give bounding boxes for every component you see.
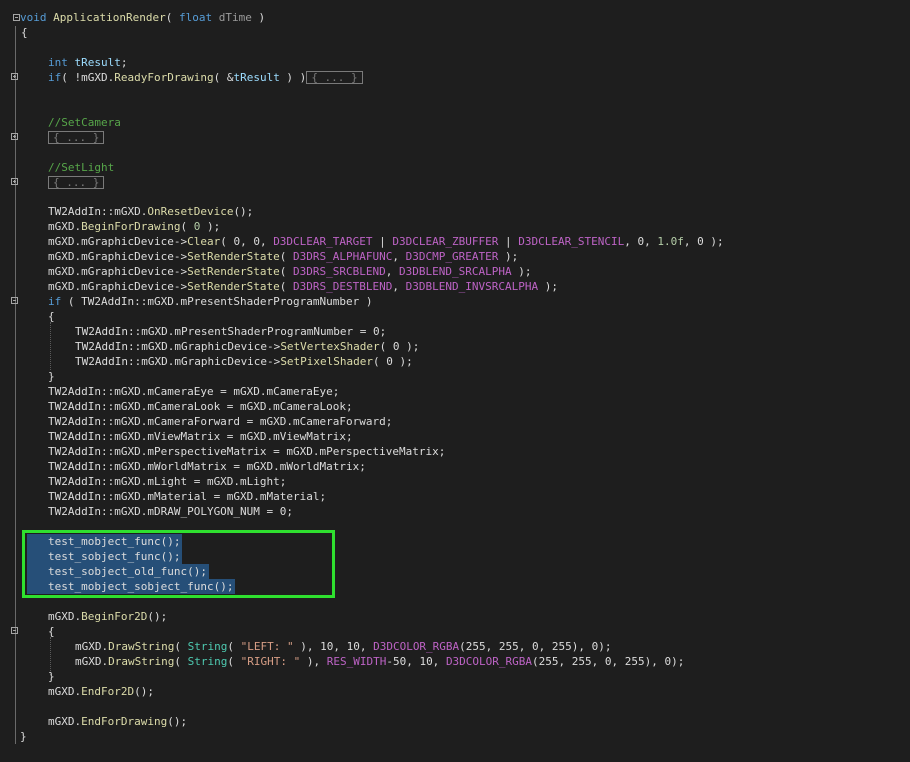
code-line[interactable]: TW2AddIn::mGXD.mGraphicDevice->SetVertex…	[0, 339, 900, 354]
code-line[interactable]: }	[0, 669, 900, 684]
selected-code-line[interactable]: test_sobject_func();	[0, 549, 900, 564]
collapse-toggle-icon[interactable]	[13, 14, 20, 21]
code-line[interactable]: }	[0, 369, 900, 384]
code-line[interactable]: TW2AddIn::mGXD.OnResetDevice();	[0, 204, 900, 219]
code-line[interactable]: {	[0, 624, 900, 639]
code-line[interactable]: TW2AddIn::mGXD.mPerspectiveMatrix = mGXD…	[0, 444, 900, 459]
code-line-comment[interactable]: //SetLight	[0, 160, 900, 175]
code-line[interactable]: int tResult;	[0, 55, 900, 70]
code-line[interactable]: TW2AddIn::mGXD.mMaterial = mGXD.mMateria…	[0, 489, 900, 504]
code-line[interactable]: mGXD.EndFor2D();	[0, 684, 900, 699]
code-line[interactable]: TW2AddIn::mGXD.mViewMatrix = mGXD.mViewM…	[0, 429, 900, 444]
code-line[interactable]: mGXD.mGraphicDevice->SetRenderState( D3D…	[0, 249, 900, 264]
code-line[interactable]: TW2AddIn::mGXD.mPresentShaderProgramNumb…	[0, 324, 900, 339]
selected-code-line[interactable]: test_mobject_sobject_func();	[0, 579, 900, 594]
code-line[interactable]: TW2AddIn::mGXD.mCameraLook = mGXD.mCamer…	[0, 399, 900, 414]
code-line[interactable]: { ... }	[0, 175, 900, 190]
code-line[interactable]: }	[0, 729, 900, 744]
code-line[interactable]: mGXD.BeginForDrawing( 0 );	[0, 219, 900, 234]
collapse-toggle-icon[interactable]	[11, 297, 18, 304]
code-line[interactable]: TW2AddIn::mGXD.mCameraEye = mGXD.mCamera…	[0, 384, 900, 399]
code-line[interactable]: TW2AddIn::mGXD.mLight = mGXD.mLight;	[0, 474, 900, 489]
code-line[interactable]: if ( TW2AddIn::mGXD.mPresentShaderProgra…	[0, 294, 900, 309]
code-editor[interactable]: void ApplicationRender( float dTime ) { …	[0, 0, 910, 762]
code-line[interactable]: mGXD.EndForDrawing();	[0, 714, 900, 729]
expand-toggle-icon[interactable]	[11, 133, 18, 140]
code-line[interactable]: mGXD.DrawString( String( "LEFT: " ), 10,…	[0, 639, 900, 654]
selected-code-line[interactable]: test_mobject_func();	[0, 534, 900, 549]
function-name: ApplicationRender	[53, 11, 166, 24]
code-line[interactable]: TW2AddIn::mGXD.mWorldMatrix = mGXD.mWorl…	[0, 459, 900, 474]
collapsed-block-marker[interactable]: { ... }	[48, 131, 105, 144]
code-line[interactable]: TW2AddIn::mGXD.mDRAW_POLYGON_NUM = 0;	[0, 504, 900, 519]
code-line[interactable]: {	[0, 25, 900, 40]
code-line[interactable]: TW2AddIn::mGXD.mGraphicDevice->SetPixelS…	[0, 354, 900, 369]
expand-toggle-icon[interactable]	[11, 178, 18, 185]
expand-toggle-icon[interactable]	[11, 73, 18, 80]
code-line[interactable]: {	[0, 309, 900, 324]
code-line[interactable]: mGXD.mGraphicDevice->SetRenderState( D3D…	[0, 264, 900, 279]
code-line[interactable]: mGXD.mGraphicDevice->SetRenderState( D3D…	[0, 279, 900, 294]
collapsed-block-marker[interactable]: { ... }	[48, 176, 105, 189]
code-line[interactable]: TW2AddIn::mGXD.mCameraForward = mGXD.mCa…	[0, 414, 900, 429]
code-line-function-signature[interactable]: void ApplicationRender( float dTime )	[0, 10, 900, 25]
code-line[interactable]: { ... }	[0, 130, 900, 145]
code-line[interactable]: if( !mGXD.ReadyForDrawing( &tResult ) ){…	[0, 70, 900, 85]
selected-code-line[interactable]: test_sobject_old_func();	[0, 564, 900, 579]
collapse-toggle-icon[interactable]	[11, 627, 18, 634]
code-line[interactable]: mGXD.BeginFor2D();	[0, 609, 900, 624]
code-line[interactable]: mGXD.DrawString( String( "RIGHT: " ), RE…	[0, 654, 900, 669]
code-line-comment[interactable]: //SetCamera	[0, 115, 900, 130]
code-line[interactable]: mGXD.mGraphicDevice->Clear( 0, 0, D3DCLE…	[0, 234, 900, 249]
collapsed-block-marker[interactable]: { ... }	[306, 71, 363, 84]
